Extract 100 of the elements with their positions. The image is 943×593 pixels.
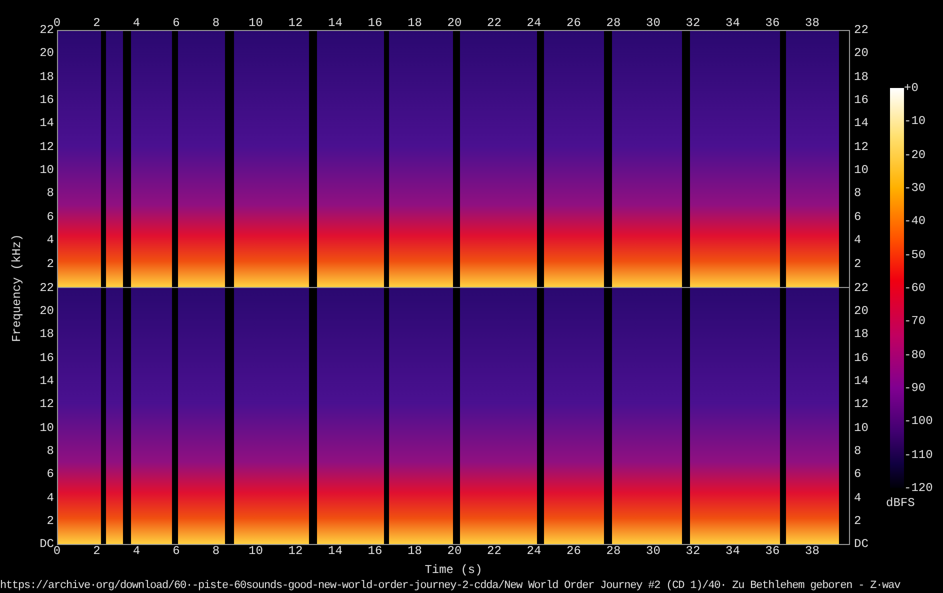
color-scale-tick-label: -100 [904,415,933,428]
time-tick-label: 0 [53,17,61,30]
frequency-tick-label: 6 [854,468,862,480]
color-scale-tick-label: -110 [904,448,933,461]
time-tick-label: 34 [726,17,740,30]
frequency-tick-label: 2 [854,515,862,528]
time-tick-label: 16 [368,545,382,558]
frequency-tick-label: 6 [46,468,54,480]
color-scale-tick-label: -40 [904,215,926,228]
frequency-tick-label: 10 [40,422,54,434]
time-tick-label: 18 [408,545,422,558]
time-tick-label: 24 [526,17,542,30]
frequency-tick-label: 20 [40,304,54,317]
time-tick-label: 38 [805,545,820,558]
frequency-tick-label: 22 [40,282,54,294]
color-scale-tick-label: -70 [904,315,926,328]
file-path: https://archive·org/download/60·-piste-60sounds-good-new-world-order-journey-2-cdda/New World Order Journey #2 (CD 1)/40· Zu Bethlehem geboren - Z·wav [0,580,902,592]
frequency-tick-label: 4 [854,492,862,504]
color-scale-unit: dBFS [886,496,915,510]
frequency-tick-label: 16 [40,352,54,364]
frequency-tick-label: 10 [40,164,54,176]
frequency-tick-label: 22 [40,24,54,36]
time-tick-label: 36 [765,545,780,558]
frequency-tick-label: 20 [854,47,868,60]
time-tick-label: 14 [328,17,342,30]
frequency-tick-label: 6 [46,210,54,223]
time-tick-label: 14 [328,545,342,558]
color-scale-tick-label: -60 [904,282,926,294]
color-scale-tick-label: -10 [904,115,926,128]
frequency-tick-label: 6 [854,210,862,223]
time-tick-label: 0 [53,545,61,558]
color-scale-tick-label: -80 [904,348,926,361]
color-scale-tick-label: -20 [904,148,926,161]
time-tick-label: 38 [805,17,820,30]
time-tick-label: 28 [606,545,621,558]
frequency-tick-label: 18 [854,328,868,340]
time-tick-label: 32 [686,17,700,30]
time-tick-label: 36 [765,17,780,30]
frequency-tick-label: 8 [46,444,54,457]
frequency-tick-label: 10 [854,422,868,434]
frequency-tick-label: 18 [40,70,54,83]
time-tick-label: 10 [248,545,263,558]
time-tick-label: 30 [646,545,660,558]
time-tick-label: 32 [686,545,700,558]
frequency-axis-label: Frequency (kHz) [10,233,24,342]
frequency-tick-label: 16 [854,352,868,364]
frequency-tick-label: 14 [854,117,868,130]
time-tick-label: 18 [408,17,422,30]
color-scale-tick-label: -30 [904,182,926,194]
color-scale-tick-label: +0 [904,82,918,94]
frequency-tick-label: 2 [46,515,54,528]
frequency-tick-label: 16 [854,94,868,106]
frequency-tick-label: DC [854,538,868,550]
color-scale-tick-label: -50 [904,248,926,261]
color-scale-tick-label: -90 [904,382,926,394]
color-scale-tick-label: -120 [904,482,933,494]
frequency-tick-label: 8 [854,187,862,200]
frequency-tick-label: 22 [854,24,868,36]
frequency-tick-label: 10 [854,164,868,176]
time-tick-label: 30 [646,17,660,30]
time-tick-label: 16 [368,17,382,30]
frequency-tick-label: 4 [46,492,54,504]
time-tick-label: 4 [132,17,140,30]
time-tick-label: 26 [566,17,581,30]
time-tick-label: 20 [447,17,462,30]
frequency-tick-label: DC [40,538,54,550]
frequency-tick-label: 8 [854,444,862,457]
frequency-tick-label: 22 [854,282,868,294]
frequency-tick-label: 2 [854,258,862,270]
time-tick-label: 10 [248,17,263,30]
time-tick-label: 2 [93,17,100,30]
time-tick-label: 8 [212,17,220,30]
time-tick-label: 12 [288,545,303,558]
frequency-tick-label: 18 [40,328,54,340]
frequency-tick-label: 8 [46,187,54,200]
frequency-tick-label: 14 [40,374,54,387]
time-tick-label: 28 [606,17,621,30]
time-tick-label: 6 [172,545,180,558]
time-tick-label: 22 [487,17,502,30]
frequency-tick-label: 2 [46,258,54,270]
time-tick-label: 2 [93,545,100,558]
frequency-tick-label: 4 [46,234,54,246]
time-tick-label: 4 [132,545,140,558]
frequency-tick-label: 12 [854,140,868,153]
time-tick-label: 34 [726,545,740,558]
time-tick-label: 26 [566,545,581,558]
time-axis-label: Time (s) [424,563,482,577]
frequency-tick-label: 12 [40,398,54,410]
time-tick-label: 22 [487,545,502,558]
time-tick-label: 8 [212,545,220,558]
frequency-tick-label: 18 [854,70,868,83]
time-tick-label: 12 [288,17,303,30]
frequency-tick-label: 14 [40,117,54,130]
frequency-tick-label: 20 [854,304,868,317]
frequency-tick-label: 14 [854,374,868,387]
time-tick-label: 6 [172,17,180,30]
time-tick-label: 24 [526,545,542,558]
frequency-tick-label: 12 [40,140,54,153]
frequency-tick-label: 4 [854,234,862,246]
frequency-tick-label: 16 [40,94,54,106]
